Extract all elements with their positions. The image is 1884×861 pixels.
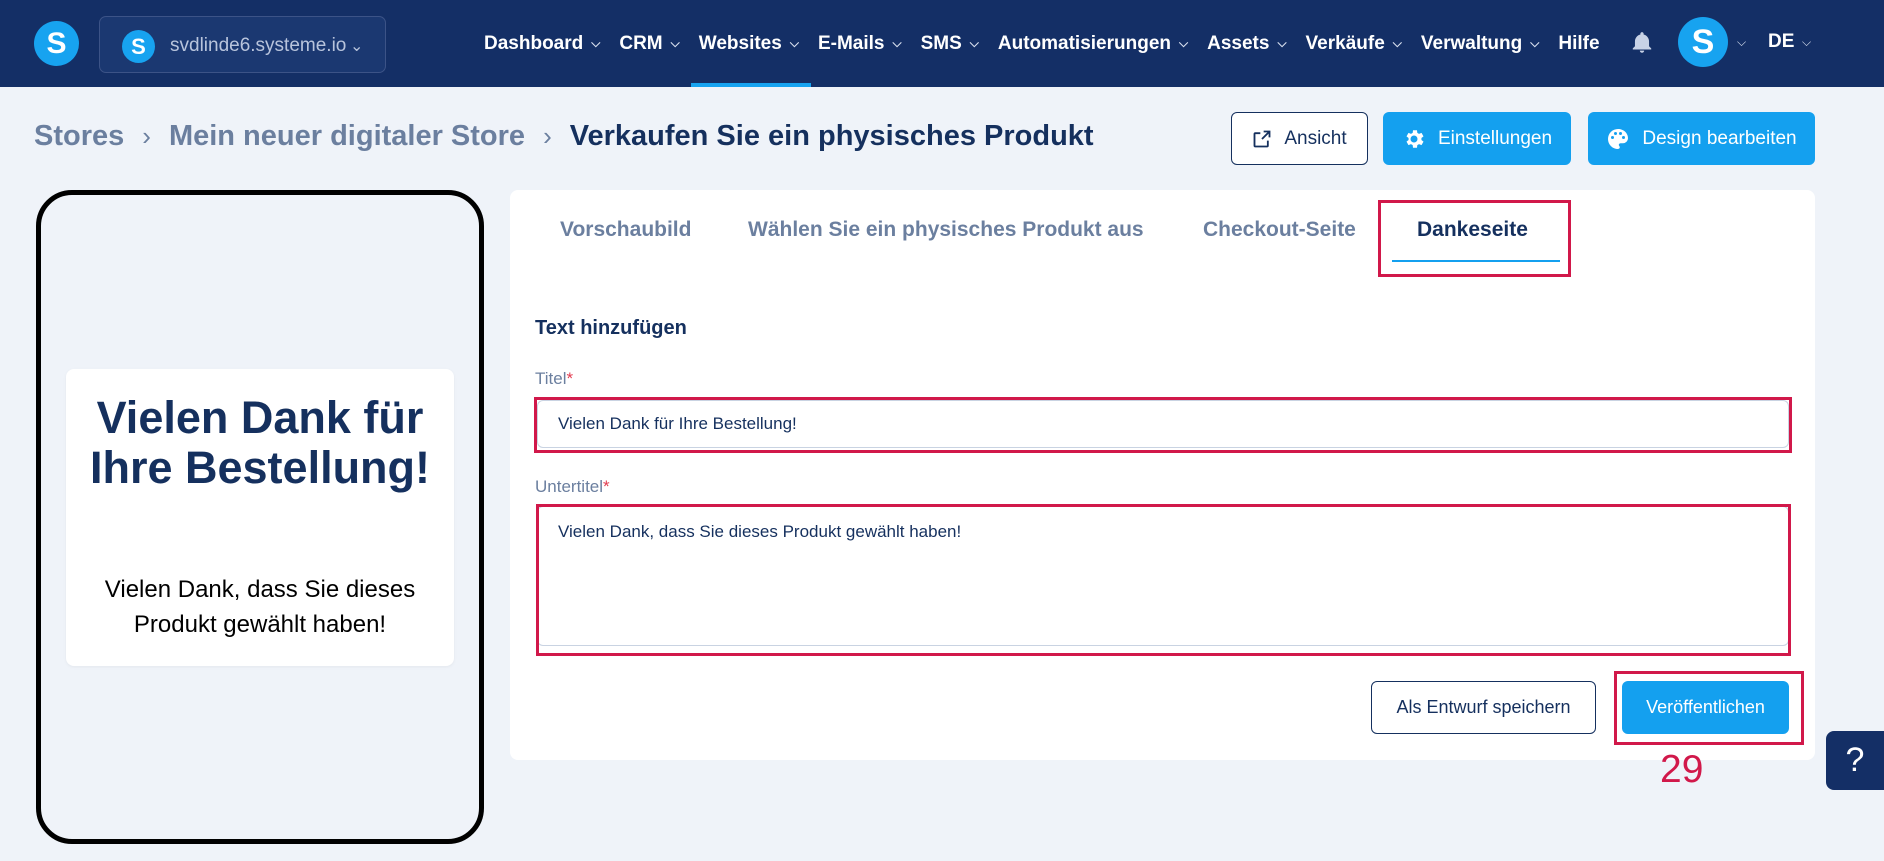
- gear-icon: [1406, 129, 1424, 148]
- tab-vorschaubild[interactable]: Vorschaubild: [560, 218, 691, 242]
- chevron-down-icon: ⌵: [789, 36, 799, 50]
- nav-item-assets[interactable]: Assets ⌵: [1207, 0, 1286, 87]
- nav-label: Verwaltung: [1420, 32, 1523, 54]
- title-label-text: Titel: [535, 369, 567, 388]
- view-button-label: Ansicht: [1284, 127, 1347, 149]
- chevron-down-icon: ⌵: [892, 36, 902, 50]
- language-selector[interactable]: DE: [1768, 31, 1794, 53]
- help-button[interactable]: ?: [1826, 731, 1884, 790]
- chevron-down-icon: ⌵: [1392, 36, 1402, 50]
- breadcrumb: Stores › Mein neuer digitaler Store › Ve…: [34, 120, 1094, 153]
- nav-item-automatisierungen[interactable]: Automatisierungen ⌵: [998, 0, 1188, 87]
- nav-label: Hilfe: [1558, 32, 1600, 54]
- site-selector[interactable]: S svdlinde6.systeme.io ⌄: [99, 16, 386, 73]
- chevron-right-icon: ›: [543, 121, 552, 151]
- tab-dankeseite[interactable]: Dankeseite: [1417, 218, 1528, 242]
- chevron-down-icon: ⌵: [591, 36, 601, 50]
- chevron-down-icon[interactable]: ⌵: [1737, 35, 1746, 50]
- title-label: Titel*: [535, 369, 573, 389]
- nav-label: Dashboard: [484, 32, 584, 54]
- nav-label: CRM: [619, 32, 663, 54]
- chevron-right-icon: ›: [142, 121, 151, 151]
- avatar[interactable]: S: [1678, 17, 1728, 67]
- external-link-icon: [1253, 130, 1271, 147]
- settings-panel: Vorschaubild Wählen Sie ein physisches P…: [510, 190, 1815, 760]
- publish-button[interactable]: Veröffentlichen: [1622, 681, 1789, 734]
- subtitle-label: Untertitel*: [535, 477, 610, 497]
- chevron-down-icon: ⌵: [969, 36, 979, 50]
- title-input[interactable]: [537, 400, 1789, 448]
- settings-button-label: Einstellungen: [1437, 127, 1553, 149]
- nav-label: Automatisierungen: [997, 32, 1171, 54]
- nav-label: Verkäufe: [1305, 32, 1385, 54]
- edit-design-button[interactable]: Design bearbeiten: [1588, 112, 1815, 165]
- site-name: svdlinde6.systeme.io: [170, 35, 347, 56]
- nav-label: Websites: [698, 32, 782, 54]
- chevron-down-icon[interactable]: ⌵: [1802, 35, 1811, 50]
- chevron-down-icon: ⌵: [1277, 36, 1287, 50]
- nav-item-emails[interactable]: E-Mails ⌵: [818, 0, 902, 87]
- nav-item-sms[interactable]: SMS ⌵: [921, 0, 979, 87]
- step-number: 29: [1660, 748, 1704, 791]
- nav-label: SMS: [920, 32, 962, 54]
- main-nav: Dashboard ⌵ CRM ⌵ Websites ⌵ E-Mails ⌵ SMS ⌵ …: [484, 0, 1619, 87]
- bell-icon[interactable]: [1629, 30, 1655, 56]
- view-button[interactable]: Ansicht: [1231, 112, 1368, 165]
- nav-item-crm[interactable]: CRM ⌵: [619, 0, 679, 87]
- save-draft-button[interactable]: Als Entwurf speichern: [1371, 681, 1596, 734]
- nav-item-verwaltung[interactable]: Verwaltung ⌵: [1421, 0, 1539, 87]
- palette-icon: [1608, 128, 1629, 149]
- top-navbar: S S svdlinde6.systeme.io ⌄ Dashboard ⌵ CR…: [0, 0, 1884, 87]
- page-title: Verkaufen Sie ein physisches Produkt: [569, 120, 1094, 152]
- site-logo-icon: S: [122, 30, 155, 63]
- chevron-down-icon: ⌵: [670, 36, 680, 50]
- subtitle-textarea[interactable]: Vielen Dank, dass Sie dieses Produkt gew…: [537, 506, 1789, 646]
- tab-physisches-produkt[interactable]: Wählen Sie ein physisches Produkt aus: [748, 218, 1144, 242]
- breadcrumb-store[interactable]: Mein neuer digitaler Store: [169, 120, 525, 153]
- nav-item-dashboard[interactable]: Dashboard ⌵: [484, 0, 600, 87]
- nav-label: Assets: [1207, 32, 1270, 54]
- breadcrumb-stores[interactable]: Stores: [34, 120, 124, 153]
- settings-button[interactable]: Einstellungen: [1383, 112, 1571, 165]
- tab-checkout-seite[interactable]: Checkout-Seite: [1203, 218, 1356, 242]
- nav-label: E-Mails: [817, 32, 885, 54]
- required-marker: *: [603, 477, 610, 496]
- preview-subtitle: Vielen Dank, dass Sie dieses Produkt gew…: [104, 576, 416, 638]
- systeme-logo-icon[interactable]: S: [34, 21, 79, 66]
- nav-item-websites[interactable]: Websites ⌵: [690, 0, 812, 87]
- section-title: Text hinzufügen: [535, 317, 687, 339]
- active-tab-indicator: [1392, 260, 1560, 262]
- nav-item-hilfe[interactable]: Hilfe: [1558, 0, 1599, 87]
- chevron-down-icon: ⌵: [1179, 36, 1189, 50]
- nav-item-verkaufe[interactable]: Verkäufe ⌵: [1306, 0, 1402, 87]
- thank-you-preview-card: Vielen Dank für Ihre Bestellung! Vielen …: [66, 369, 454, 666]
- chevron-down-icon: ⌄: [350, 38, 364, 55]
- required-marker: *: [566, 369, 574, 388]
- edit-design-button-label: Design bearbeiten: [1642, 127, 1797, 149]
- chevron-down-icon: ⌵: [1530, 36, 1540, 50]
- preview-title: Vielen Dank für Ihre Bestellung!: [89, 392, 431, 493]
- subtitle-label-text: Untertitel: [535, 477, 604, 496]
